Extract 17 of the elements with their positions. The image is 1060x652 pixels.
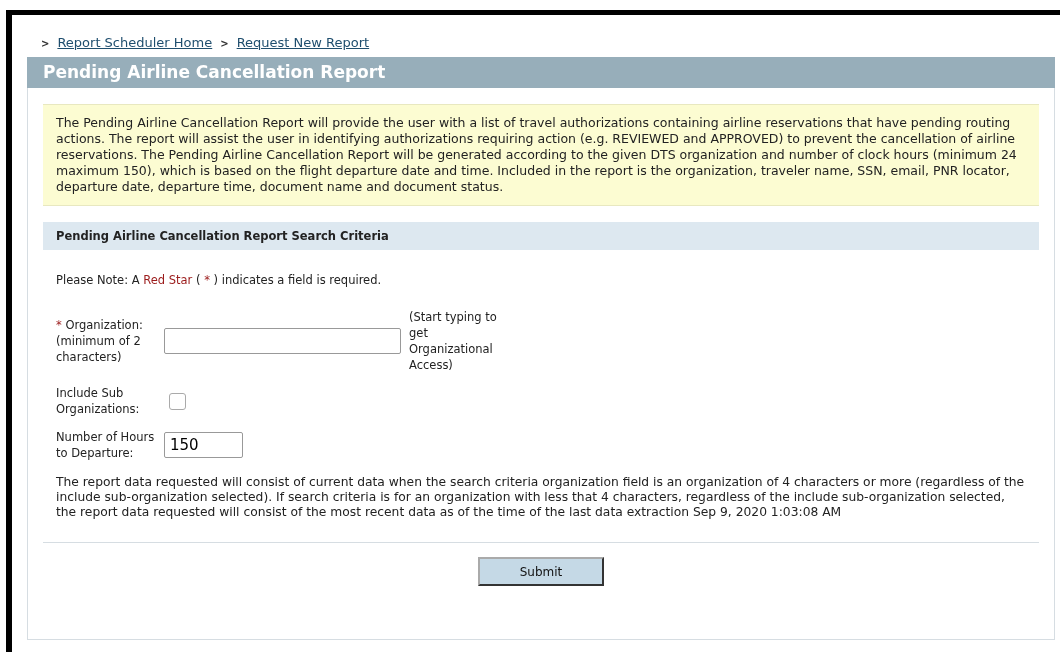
submit-button[interactable]: Submit	[478, 557, 604, 587]
checkbox[interactable]	[169, 392, 186, 410]
page-title: Pending Airline Cancellation Report	[27, 57, 1055, 88]
description-text: The Pending Airline Cancellation Report will provide the user with a list of travel authorizations containing airline reservations that have pending routing actions. The report will assist the user in identifying authorizations requiring action (e.g. REVIEWED and APPROVED) to prevent the cancellation of airline reservations. The Pending Airline Cancellation Report will be generated according to the given DTS organization and number of clock hours (minimum 24 maximum 150), which is based on the flight departure date and time. Included in the report is the organization, traveler name, SSN, email, PNR locator, departure date, departure time, document name and document status.	[43, 104, 1039, 206]
hours-field[interactable]: 150	[164, 432, 243, 459]
field-label: * Organization: (minimum of 2 characters)	[56, 317, 144, 366]
breadcrumb-link[interactable]: Report Scheduler Home	[57, 33, 213, 53]
field-label: Include Sub Organizations:	[56, 385, 141, 418]
breadcrumb-link[interactable]: Request New Report	[236, 33, 370, 53]
section-header: Pending Airline Cancellation Report Search Criteria	[43, 222, 1039, 250]
chevron-icon: >	[220, 35, 229, 51]
chevron-icon: >	[41, 35, 50, 51]
field-label: Number of Hours to Departure:	[56, 429, 156, 462]
organization-field[interactable]	[164, 328, 401, 355]
field-hint: (Start typing to get Organizational Access)	[409, 309, 498, 374]
info-text: The report data requested will consist of current data when the search criteria organization field is an organization of 4 characters or more (regardless of the include sub-organization selected). If search criteria is for an organization with less that 4 characters, regardless of the include sub-organization selected, the report data requested will consist of the most recent data as of the time of the last data extraction Sep 9, 2020 1:03:08 AM	[55, 475, 1026, 521]
required-note: Please Note: A Red Star ( * ) indicates a field is required.	[55, 272, 383, 289]
